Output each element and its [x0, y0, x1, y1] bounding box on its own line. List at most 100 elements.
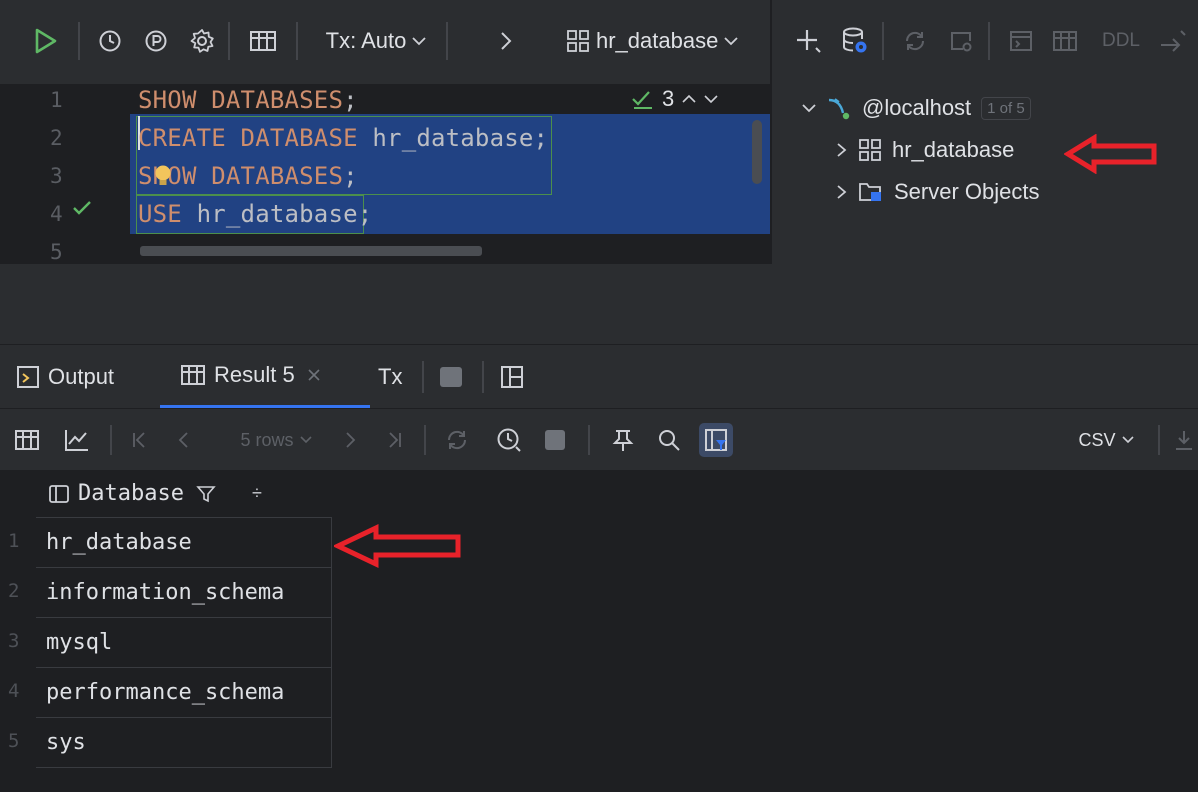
column-icon [49, 484, 69, 503]
history-icon[interactable] [492, 409, 526, 471]
execution-success-icon [72, 200, 92, 216]
schema-icon [567, 30, 589, 52]
sql-identifier: ; [343, 86, 358, 114]
tree-item-label: hr_database [892, 137, 1015, 162]
sql-identifier: hr_database [372, 124, 534, 152]
tree-node-localhost[interactable]: @localhost 1 of 5 [802, 88, 1031, 128]
table-view-icon[interactable] [10, 409, 44, 471]
editor-gutter [0, 84, 130, 264]
annotation-arrow [1064, 134, 1160, 174]
toolbar-separator [424, 425, 426, 455]
panel-divider [0, 264, 1198, 344]
close-icon[interactable] [307, 368, 321, 382]
table-editor-icon[interactable] [1048, 18, 1082, 64]
chevron-right-icon[interactable] [492, 18, 520, 64]
table-row[interactable]: hr_database [36, 518, 332, 568]
open-console-icon[interactable] [1004, 18, 1038, 64]
code-line[interactable]: CREATE DATABASE hr_database; [138, 124, 548, 152]
history-icon[interactable] [92, 18, 128, 64]
search-icon[interactable] [652, 409, 686, 471]
column-header-label: Database [78, 481, 184, 506]
tree-item-label: Server Objects [894, 179, 1040, 204]
toolbar-separator [296, 22, 298, 60]
next-page-icon[interactable] [336, 409, 366, 471]
console-icon [17, 366, 39, 388]
sort-icon[interactable]: ÷ [252, 483, 262, 504]
row-number: 1 [8, 530, 20, 552]
jump-to-source-icon[interactable] [1154, 18, 1194, 64]
export-format-label: CSV [1078, 429, 1116, 450]
explain-plan-icon[interactable] [138, 18, 174, 64]
pin-tab-icon[interactable] [606, 409, 640, 471]
table-row[interactable]: information_schema [36, 568, 332, 618]
stop-icon[interactable] [440, 367, 462, 387]
toolbar-separator [882, 22, 884, 60]
page-size-dropdown[interactable]: 5 rows [216, 409, 336, 471]
tab-result-5[interactable]: Result 5 [160, 345, 370, 409]
table-row[interactable]: performance_schema [36, 668, 332, 718]
column-header-database[interactable]: Database ÷ [36, 470, 332, 518]
host-badge: 1 of 5 [981, 96, 1031, 120]
download-icon[interactable] [1170, 409, 1198, 471]
rows-count: 5 rows [240, 429, 294, 450]
layout-icon[interactable] [500, 365, 524, 389]
filter-toggle-icon[interactable] [696, 409, 736, 471]
toolbar-separator [770, 0, 772, 84]
transaction-mode-dropdown[interactable]: Tx: Auto [316, 18, 436, 64]
reload-icon[interactable] [440, 409, 474, 471]
add-icon[interactable] [792, 18, 826, 64]
tab-label: Tx [378, 364, 403, 389]
sql-identifier: ; [357, 200, 373, 228]
table-row[interactable]: mysql [36, 618, 332, 668]
run-icon[interactable] [28, 18, 64, 64]
tab-tx[interactable]: Tx [378, 345, 402, 409]
tree-node-server-objects[interactable]: Server Objects [836, 172, 1040, 212]
previous-page-icon[interactable] [168, 409, 198, 471]
chart-view-icon[interactable] [60, 409, 94, 471]
row-number: 2 [8, 580, 20, 602]
sql-editor[interactable]: 1 SHOW DATABASES; 2 CREATE DATABASE hr_data… [0, 84, 770, 264]
table-view-icon[interactable] [244, 18, 282, 64]
stop-icon[interactable] [540, 409, 570, 471]
code-line[interactable]: SHOW DATABASES; [138, 86, 358, 114]
jump-to-console-icon[interactable] [944, 18, 978, 64]
ddl-button[interactable]: DDL [1096, 18, 1146, 64]
inspection-widget[interactable]: 3 [624, 84, 770, 114]
horizontal-scrollbar[interactable] [140, 246, 482, 256]
row-number: 4 [8, 680, 20, 702]
data-source-properties-icon[interactable] [838, 18, 872, 64]
tab-output[interactable]: Output [16, 345, 114, 409]
table-icon [181, 365, 205, 385]
last-page-icon[interactable] [380, 409, 410, 471]
vertical-scrollbar[interactable] [752, 120, 762, 184]
tree-node-hr-database[interactable]: hr_database [836, 130, 1014, 170]
sql-keyword: USE [138, 200, 197, 228]
intention-bulb-icon[interactable] [154, 164, 172, 190]
settings-icon[interactable] [184, 18, 220, 64]
toolbar-separator [988, 22, 990, 60]
sql-identifier: ; [343, 162, 358, 190]
chevron-down-icon[interactable] [704, 94, 718, 104]
annotation-arrow [334, 524, 464, 568]
transaction-mode-label: Tx: Auto [325, 28, 407, 53]
line-number: 1 [50, 88, 63, 112]
filter-icon[interactable] [196, 484, 216, 504]
chevron-down-icon [1121, 436, 1134, 444]
database-cell: information_schema [46, 580, 285, 605]
chevron-up-icon[interactable] [682, 94, 696, 104]
toolbar-separator [110, 425, 112, 455]
first-page-icon[interactable] [124, 409, 154, 471]
toolbar-separator [78, 22, 80, 60]
results-toolbar: 5 rows CSV [0, 408, 1198, 470]
chevron-right-icon [837, 185, 847, 199]
row-number: 5 [8, 730, 20, 752]
export-format-dropdown[interactable]: CSV [1066, 409, 1146, 471]
toolbar-separator [1158, 425, 1160, 455]
code-line[interactable]: USE hr_database; [138, 200, 372, 228]
refresh-icon[interactable] [898, 18, 932, 64]
mysql-icon [828, 98, 850, 120]
table-row[interactable]: sys [36, 718, 332, 768]
schema-selector[interactable]: hr_database [566, 18, 752, 64]
database-cell: sys [46, 730, 86, 755]
chevron-down-icon [412, 37, 426, 46]
